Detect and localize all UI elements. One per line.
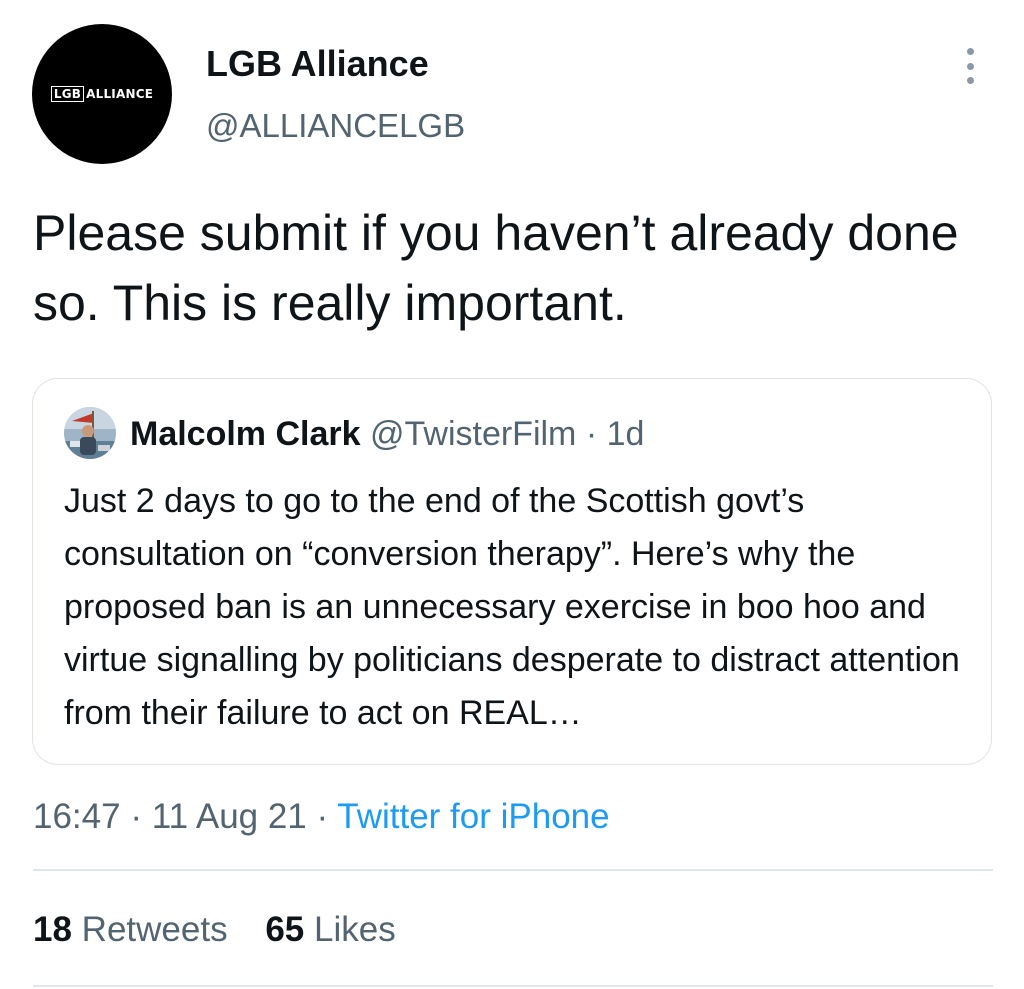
- author-display-name[interactable]: LGB Alliance: [206, 42, 429, 86]
- tweet-date[interactable]: 11 Aug 21: [152, 797, 307, 836]
- dot: [966, 48, 974, 55]
- more-vertical-icon[interactable]: [952, 44, 988, 88]
- quoted-tweet-card[interactable]: Malcolm Clark @TwisterFilm · 1d Just 2 d…: [32, 378, 992, 765]
- logo-text: ALLIANCE: [86, 87, 154, 101]
- tweet-stats: 18 Retweets 65 Likes: [33, 906, 424, 954]
- quoted-timestamp[interactable]: 1d: [607, 415, 645, 453]
- retweets-count: 18: [33, 910, 72, 949]
- likes-stat[interactable]: 65 Likes: [265, 910, 395, 949]
- dot: [966, 62, 974, 70]
- divider: [33, 985, 993, 987]
- author-handle[interactable]: @ALLIANCELGB: [206, 106, 465, 146]
- tweet-meta: 16:47 · 11 Aug 21 · Twitter for iPhone: [33, 793, 610, 841]
- quoted-avatar-photo: [64, 407, 116, 459]
- quoted-author-avatar: [64, 407, 116, 459]
- divider: [33, 869, 993, 871]
- quoted-separator: ·: [585, 415, 598, 453]
- logo-box-text: LGB: [50, 86, 85, 102]
- quoted-author-name[interactable]: Malcolm Clark: [130, 415, 361, 453]
- dot: [966, 77, 974, 84]
- tweet-text: Please submit if you haven’t already don…: [33, 205, 959, 331]
- retweets-label: Retweets: [81, 910, 228, 949]
- meta-separator: ·: [130, 797, 142, 836]
- author-avatar[interactable]: LGB ALLIANCE: [32, 24, 172, 164]
- tweet-source-link[interactable]: Twitter for iPhone: [337, 797, 609, 836]
- lgb-alliance-logo: LGB ALLIANCE: [50, 86, 154, 102]
- quoted-tweet-text: Just 2 days to go to the end of the Scot…: [64, 482, 960, 732]
- tweet-time[interactable]: 16:47: [33, 797, 121, 836]
- likes-label: Likes: [313, 910, 396, 949]
- retweets-stat[interactable]: 18 Retweets: [33, 910, 237, 949]
- likes-count: 65: [265, 910, 305, 949]
- meta-separator: ·: [316, 797, 329, 836]
- quoted-tweet-header: Malcolm Clark @TwisterFilm · 1d: [130, 413, 644, 455]
- quoted-author-handle[interactable]: @TwisterFilm: [370, 415, 576, 453]
